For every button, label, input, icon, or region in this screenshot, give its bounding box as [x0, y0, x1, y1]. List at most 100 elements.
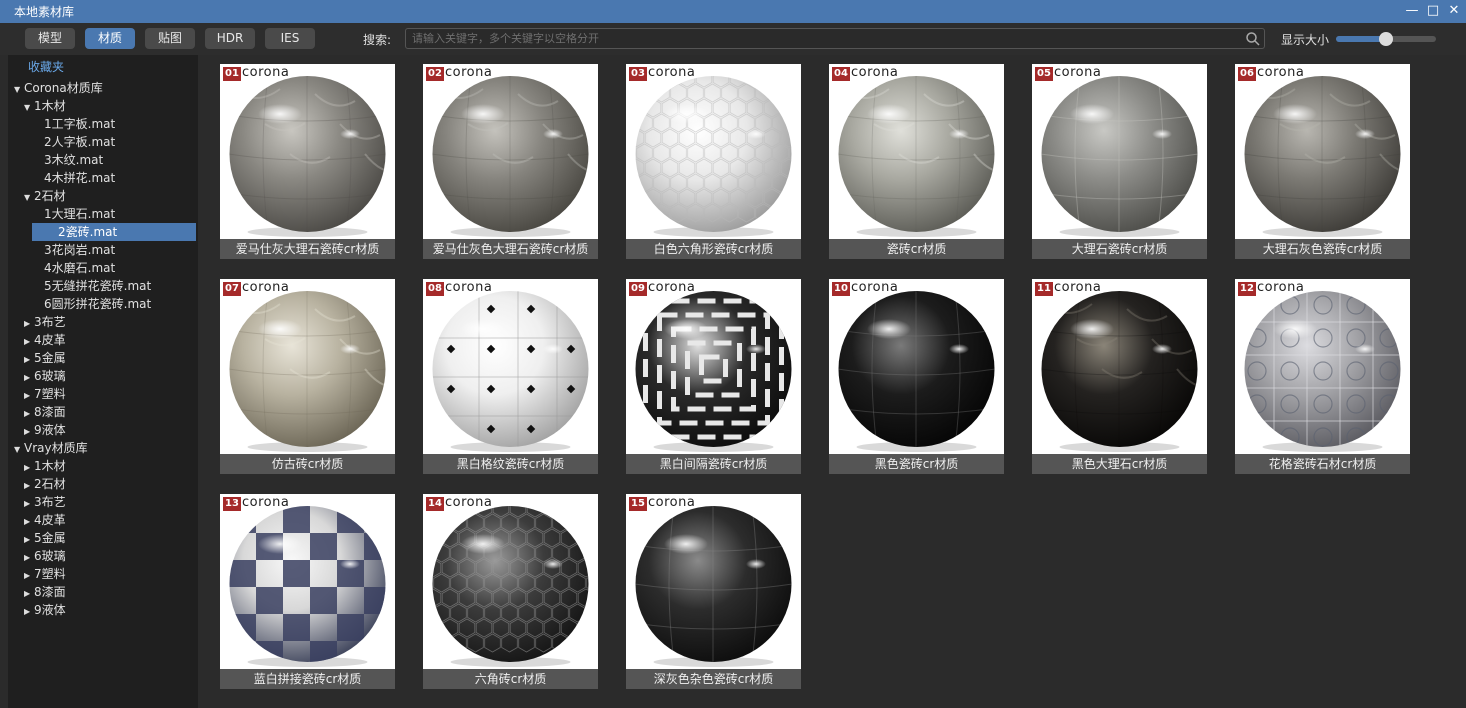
collapse-arrow-icon[interactable]: ▶: [24, 603, 34, 621]
tree-item[interactable]: ▼ 2石材: [24, 187, 66, 205]
tree-item[interactable]: ▶ 3布艺: [24, 313, 66, 331]
corona-logo: corona: [648, 495, 696, 510]
material-caption[interactable]: 黑白间隔瓷砖cr材质: [626, 454, 801, 474]
material-card[interactable]: 10 corona 黑色瓷砖cr材质: [829, 279, 1004, 474]
material-caption[interactable]: 深灰色杂色瓷砖cr材质: [626, 669, 801, 689]
expand-arrow-icon[interactable]: ▼: [14, 441, 24, 459]
tree-item[interactable]: ▶ 8漆面: [24, 583, 66, 601]
display-size-slider[interactable]: [1336, 32, 1436, 46]
material-card[interactable]: 09 corona 黑白间隔瓷砖cr材质: [626, 279, 801, 474]
tree-item[interactable]: 1大理石.mat: [34, 205, 115, 223]
material-thumbnail[interactable]: 15 corona: [626, 494, 801, 669]
material-caption[interactable]: 大理石瓷砖cr材质: [1032, 239, 1207, 259]
material-thumbnail[interactable]: 13 corona: [220, 494, 395, 669]
material-card[interactable]: 05 corona 大理石瓷砖cr材质: [1032, 64, 1207, 259]
tree-item[interactable]: 4木拼花.mat: [34, 169, 115, 187]
material-caption[interactable]: 黑色瓷砖cr材质: [829, 454, 1004, 474]
search-input[interactable]: [412, 31, 1242, 46]
material-caption[interactable]: 爱马仕灰色大理石瓷砖cr材质: [423, 239, 598, 259]
material-number-badge: 09: [629, 282, 647, 296]
material-thumbnail[interactable]: 03 corona: [626, 64, 801, 239]
tree-item[interactable]: ▶ 7塑料: [24, 565, 66, 583]
search-icon[interactable]: [1245, 31, 1261, 47]
material-card[interactable]: 04 corona 瓷砖cr材质: [829, 64, 1004, 259]
expand-arrow-icon[interactable]: ▼: [24, 189, 34, 207]
tab-model[interactable]: 模型: [25, 28, 75, 49]
material-caption[interactable]: 六角砖cr材质: [423, 669, 598, 689]
material-thumbnail[interactable]: 08 corona: [423, 279, 598, 454]
material-thumbnail[interactable]: 06 corona: [1235, 64, 1410, 239]
tree-item[interactable]: 2人字板.mat: [34, 133, 115, 151]
tree-item[interactable]: ▶ 4皮革: [24, 511, 66, 529]
material-card[interactable]: 08 corona 黑白格纹瓷砖cr材质: [423, 279, 598, 474]
material-thumbnail[interactable]: 05 corona: [1032, 64, 1207, 239]
material-card[interactable]: 02 corona 爱马仕灰色大理石瓷砖cr材质: [423, 64, 598, 259]
material-caption[interactable]: 仿古砖cr材质: [220, 454, 395, 474]
favorites-item[interactable]: 收藏夹: [28, 58, 64, 76]
material-caption[interactable]: 花格瓷砖石材cr材质: [1235, 454, 1410, 474]
tree-item[interactable]: ▶ 8漆面: [24, 403, 66, 421]
tab-hdr[interactable]: HDR: [205, 28, 255, 49]
tree-item[interactable]: ▼ Vray材质库: [14, 439, 88, 457]
material-thumbnail[interactable]: 09 corona: [626, 279, 801, 454]
material-caption[interactable]: 白色六角形瓷砖cr材质: [626, 239, 801, 259]
tree-item[interactable]: 1工字板.mat: [34, 115, 115, 133]
tree-item[interactable]: 2瓷砖.mat: [32, 223, 196, 241]
tree-item[interactable]: ▶ 3布艺: [24, 493, 66, 511]
material-card[interactable]: 14 corona 六角砖cr材质: [423, 494, 598, 689]
expand-arrow-icon[interactable]: ▼: [24, 99, 34, 117]
tab-ies[interactable]: IES: [265, 28, 315, 49]
tree-item[interactable]: 3花岗岩.mat: [34, 241, 115, 259]
tree-item[interactable]: ▶ 5金属: [24, 349, 66, 367]
tree-item[interactable]: ▶ 6玻璃: [24, 547, 66, 565]
material-card[interactable]: 15 corona 深灰色杂色瓷砖cr材质: [626, 494, 801, 689]
material-caption[interactable]: 蓝白拼接瓷砖cr材质: [220, 669, 395, 689]
tree-item[interactable]: ▶ 4皮革: [24, 331, 66, 349]
material-card[interactable]: 12 corona 花格瓷砖石材cr材质: [1235, 279, 1410, 474]
material-card[interactable]: 06 corona 大理石灰色瓷砖cr材质: [1235, 64, 1410, 259]
tab-material[interactable]: 材质: [85, 28, 135, 49]
tree-item[interactable]: 5无缝拼花瓷砖.mat: [34, 277, 151, 295]
material-caption[interactable]: 大理石灰色瓷砖cr材质: [1235, 239, 1410, 259]
tree-item[interactable]: ▼ 1木材: [24, 97, 66, 115]
tree-item-label: 3布艺: [34, 495, 66, 509]
maximize-icon[interactable]: □: [1423, 2, 1443, 20]
corona-logo: corona: [445, 65, 493, 80]
tree-item[interactable]: ▼ Corona材质库: [14, 79, 103, 97]
tree-item[interactable]: ▶ 2石材: [24, 475, 66, 493]
material-card[interactable]: 11 corona 黑色大理石cr材质: [1032, 279, 1207, 474]
tree-item[interactable]: 4水磨石.mat: [34, 259, 115, 277]
material-card[interactable]: 01 corona 爱马仕灰大理石瓷砖cr材质: [220, 64, 395, 259]
close-icon[interactable]: ✕: [1444, 2, 1464, 20]
material-caption[interactable]: 瓷砖cr材质: [829, 239, 1004, 259]
material-card[interactable]: 13 corona 蓝白拼接瓷砖cr材质: [220, 494, 395, 689]
material-thumbnail[interactable]: 04 corona: [829, 64, 1004, 239]
tree-item[interactable]: 6圆形拼花瓷砖.mat: [34, 295, 151, 313]
material-caption[interactable]: 黑色大理石cr材质: [1032, 454, 1207, 474]
minimize-icon[interactable]: —: [1402, 2, 1422, 20]
tree-item[interactable]: 3木纹.mat: [34, 151, 103, 169]
material-thumbnail[interactable]: 10 corona: [829, 279, 1004, 454]
tree-item[interactable]: ▶ 9液体: [24, 421, 66, 439]
material-thumbnail[interactable]: 02 corona: [423, 64, 598, 239]
material-caption[interactable]: 爱马仕灰大理石瓷砖cr材质: [220, 239, 395, 259]
material-thumbnail[interactable]: 11 corona: [1032, 279, 1207, 454]
tree-item[interactable]: ▶ 1木材: [24, 457, 66, 475]
tree-item[interactable]: ▶ 5金属: [24, 529, 66, 547]
slider-thumb[interactable]: [1379, 32, 1393, 46]
window-title: 本地素材库: [14, 5, 75, 19]
material-sphere-preview: [838, 291, 995, 452]
tree-item[interactable]: ▶ 6玻璃: [24, 367, 66, 385]
material-card[interactable]: 03 corona 白色六角形瓷砖cr材质: [626, 64, 801, 259]
material-card[interactable]: 07 corona 仿古砖cr材质: [220, 279, 395, 474]
tree-item[interactable]: ▶ 9液体: [24, 601, 66, 619]
material-thumbnail[interactable]: 14 corona: [423, 494, 598, 669]
material-thumbnail[interactable]: 12 corona: [1235, 279, 1410, 454]
material-thumbnail[interactable]: 01 corona: [220, 64, 395, 239]
material-thumbnail[interactable]: 07 corona: [220, 279, 395, 454]
material-caption[interactable]: 黑白格纹瓷砖cr材质: [423, 454, 598, 474]
tab-texture[interactable]: 贴图: [145, 28, 195, 49]
expand-arrow-icon[interactable]: ▼: [14, 81, 24, 99]
tree-item[interactable]: ▶ 7塑料: [24, 385, 66, 403]
material-sphere-preview: [432, 76, 589, 237]
